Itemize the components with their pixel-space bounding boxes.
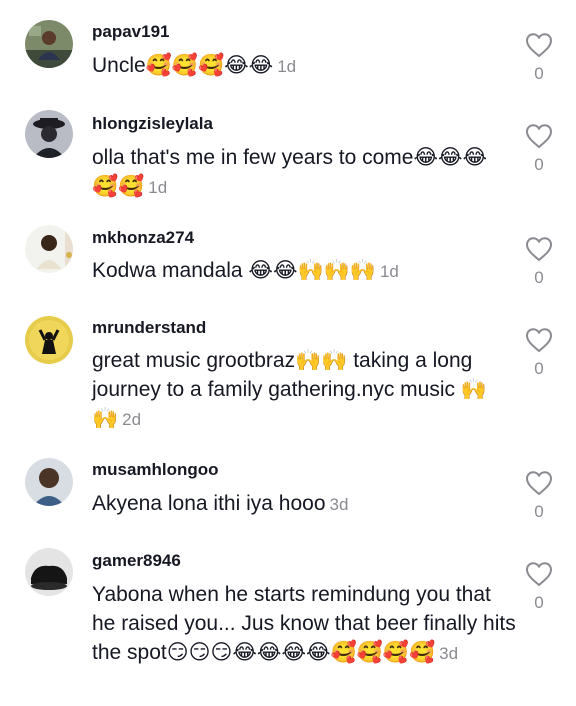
comment-body: Kodwa mandala 😂😂🙌🙌🙌 [92,259,376,282]
comment-time: 3d [439,644,459,663]
comment-text: great music grootbraz🙌🙌 taking a long jo… [92,346,502,434]
like-count: 0 [534,359,544,378]
comment-time: 2d [122,410,142,429]
comment-time: 3d [329,495,349,514]
like-button[interactable]: 0 [521,236,557,288]
comment-text: Kodwa mandala 😂😂🙌🙌🙌 1d [92,256,512,286]
avatar[interactable] [25,20,73,68]
comment-body: great music grootbraz🙌🙌 taking a long jo… [92,349,487,430]
avatar[interactable] [25,225,73,273]
comment-text: Uncle🥰🥰🥰😂😂 1d [92,51,512,81]
like-button[interactable]: 0 [521,470,557,522]
comment-text: olla that's me in few years to come😂😂😂🥰🥰… [92,143,492,202]
like-button[interactable]: 0 [521,561,557,613]
heart-outline-icon[interactable] [525,123,553,149]
comment-text: Yabona when he starts remindung you that… [92,580,517,668]
heart-outline-icon[interactable] [525,236,553,262]
like-button[interactable]: 0 [521,32,557,84]
comment-body: Uncle🥰🥰🥰😂😂 [92,54,274,77]
avatar[interactable] [25,316,73,364]
comment-username[interactable]: mkhonza274 [92,228,194,248]
avatar[interactable] [25,458,73,506]
avatar[interactable] [25,110,73,158]
comment-time: 1d [379,262,399,281]
like-count: 0 [534,155,544,174]
comment-username[interactable]: papav191 [92,22,170,42]
heart-outline-icon[interactable] [525,327,553,353]
comment-username[interactable]: gamer8946 [92,551,181,571]
heart-outline-icon[interactable] [525,561,553,587]
comment-username[interactable]: musamhlongoo [92,460,219,480]
comment-body: Akyena lona ithi iya hooo [92,492,326,515]
comment-username[interactable]: mrunderstand [92,318,206,338]
like-button[interactable]: 0 [521,123,557,175]
like-button[interactable]: 0 [521,327,557,379]
heart-outline-icon[interactable] [525,470,553,496]
like-count: 0 [534,593,544,612]
like-count: 0 [534,64,544,83]
comment-username[interactable]: hlongzisleylala [92,114,213,134]
comment-time: 1d [148,178,168,197]
comment-text: Akyena lona ithi iya hooo 3d [92,489,512,519]
heart-outline-icon[interactable] [525,32,553,58]
like-count: 0 [534,268,544,287]
avatar[interactable] [25,548,73,596]
comment-time: 1d [277,57,297,76]
like-count: 0 [534,502,544,521]
